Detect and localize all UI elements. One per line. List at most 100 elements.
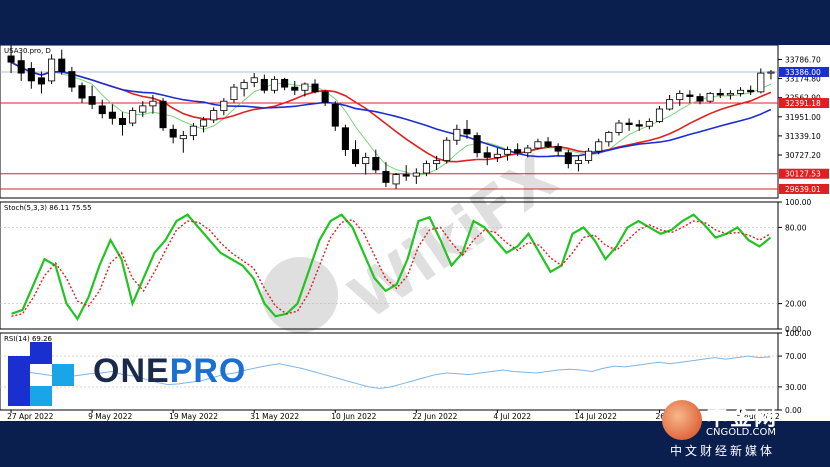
cngold-domain: CNGOLD.COM xyxy=(706,427,777,438)
candle xyxy=(179,135,187,140)
date-label: 14 Jul 2022 xyxy=(574,412,617,421)
onepro-logo-text: ONEPRO xyxy=(93,352,246,391)
candle xyxy=(544,141,552,147)
candle xyxy=(686,94,694,97)
candle xyxy=(189,125,197,136)
candle xyxy=(534,141,542,149)
candle xyxy=(503,149,512,155)
date-label: 31 May 2022 xyxy=(250,412,299,421)
candle xyxy=(129,110,137,124)
date-label: 19 May 2022 xyxy=(169,412,218,421)
date-label: 22 Jun 2022 xyxy=(412,412,457,421)
candle xyxy=(736,89,745,94)
candle xyxy=(767,71,775,74)
price-tick-label: 33786.70 xyxy=(785,55,821,64)
candle xyxy=(78,85,86,99)
candle xyxy=(716,92,724,96)
candle xyxy=(17,60,25,74)
candle xyxy=(422,163,431,174)
candle xyxy=(139,105,147,113)
candle xyxy=(666,99,674,110)
onepro-logo-pro: PRO xyxy=(169,352,247,390)
cngold-subtitle: 中文财经新媒体 xyxy=(670,444,776,458)
candle xyxy=(27,68,35,82)
candle xyxy=(169,128,177,138)
candle xyxy=(301,83,309,91)
candle xyxy=(260,78,268,91)
rsi-tick-label: 30.00 xyxy=(785,383,807,392)
candle xyxy=(149,100,157,107)
candle xyxy=(311,83,319,93)
wikifx-watermark: WikiFX xyxy=(262,142,569,334)
cngold-emblem-icon xyxy=(662,400,702,440)
candle xyxy=(362,157,370,165)
price-panel: USA30.pro, D33786.7033174.8032562.903195… xyxy=(0,44,829,199)
candle xyxy=(270,78,279,91)
candle xyxy=(402,174,410,177)
candle xyxy=(351,149,360,165)
candle xyxy=(605,132,613,143)
horizontal-level-label: 30127.53 xyxy=(785,170,821,179)
rsi-tick-label: 70.00 xyxy=(785,352,807,361)
candle xyxy=(7,55,15,63)
candle xyxy=(493,153,501,158)
price-tick-label: 31951.00 xyxy=(785,113,821,122)
candle xyxy=(554,146,562,152)
candle xyxy=(58,58,66,72)
candle xyxy=(230,86,238,101)
candle xyxy=(757,72,765,93)
candle xyxy=(382,171,390,183)
candle xyxy=(200,119,208,127)
candle xyxy=(68,71,76,88)
rsi-tick-label: 100.00 xyxy=(785,329,811,338)
candle xyxy=(615,122,623,133)
last-price-label: 33386.00 xyxy=(785,68,821,77)
candle xyxy=(392,174,400,185)
candle xyxy=(331,103,339,127)
candle xyxy=(372,157,380,171)
candle xyxy=(585,150,593,161)
price-tick-label: 31339.10 xyxy=(785,132,821,141)
cngold-logo: 中金网 CNGOLD.COM 中文财经新媒体 xyxy=(662,400,822,464)
stoch-tick-label: 100.00 xyxy=(785,198,811,207)
candle xyxy=(706,92,714,102)
candle xyxy=(108,111,116,119)
horizontal-level-label: 32391.18 xyxy=(785,99,821,108)
candle xyxy=(676,92,684,101)
candle xyxy=(564,152,572,165)
candle xyxy=(574,160,582,165)
candle xyxy=(635,124,643,127)
candle xyxy=(341,127,349,151)
candle xyxy=(747,89,755,93)
candle xyxy=(98,105,106,115)
candle xyxy=(514,149,522,154)
candle xyxy=(595,141,603,152)
price-tick-label: 30727.20 xyxy=(785,151,821,160)
candle xyxy=(433,160,441,165)
candle xyxy=(645,121,653,127)
candle xyxy=(463,128,471,135)
candle xyxy=(655,108,664,122)
candle xyxy=(281,78,289,88)
date-label: 27 Apr 2022 xyxy=(7,412,54,421)
candle xyxy=(48,58,56,82)
candle xyxy=(210,110,218,121)
candle xyxy=(250,77,258,83)
candle xyxy=(412,172,420,177)
stoch-tick-label: 80.00 xyxy=(785,223,807,232)
candle xyxy=(726,92,734,96)
stoch-tick-label: 20.00 xyxy=(785,300,807,309)
candle xyxy=(240,82,248,90)
date-label: 10 Jun 2022 xyxy=(331,412,376,421)
onepro-logo-one: ONE xyxy=(93,352,170,390)
candle xyxy=(291,86,299,91)
onepro-logo-icon xyxy=(8,342,74,406)
stoch-title: Stoch(5,3,3) 86.11 75.55 xyxy=(4,204,92,212)
date-label: 9 May 2022 xyxy=(88,412,132,421)
candle xyxy=(159,100,167,129)
candle xyxy=(37,77,46,85)
candle xyxy=(625,122,633,126)
candle xyxy=(321,91,329,104)
candle xyxy=(453,128,461,141)
candle xyxy=(696,96,704,102)
